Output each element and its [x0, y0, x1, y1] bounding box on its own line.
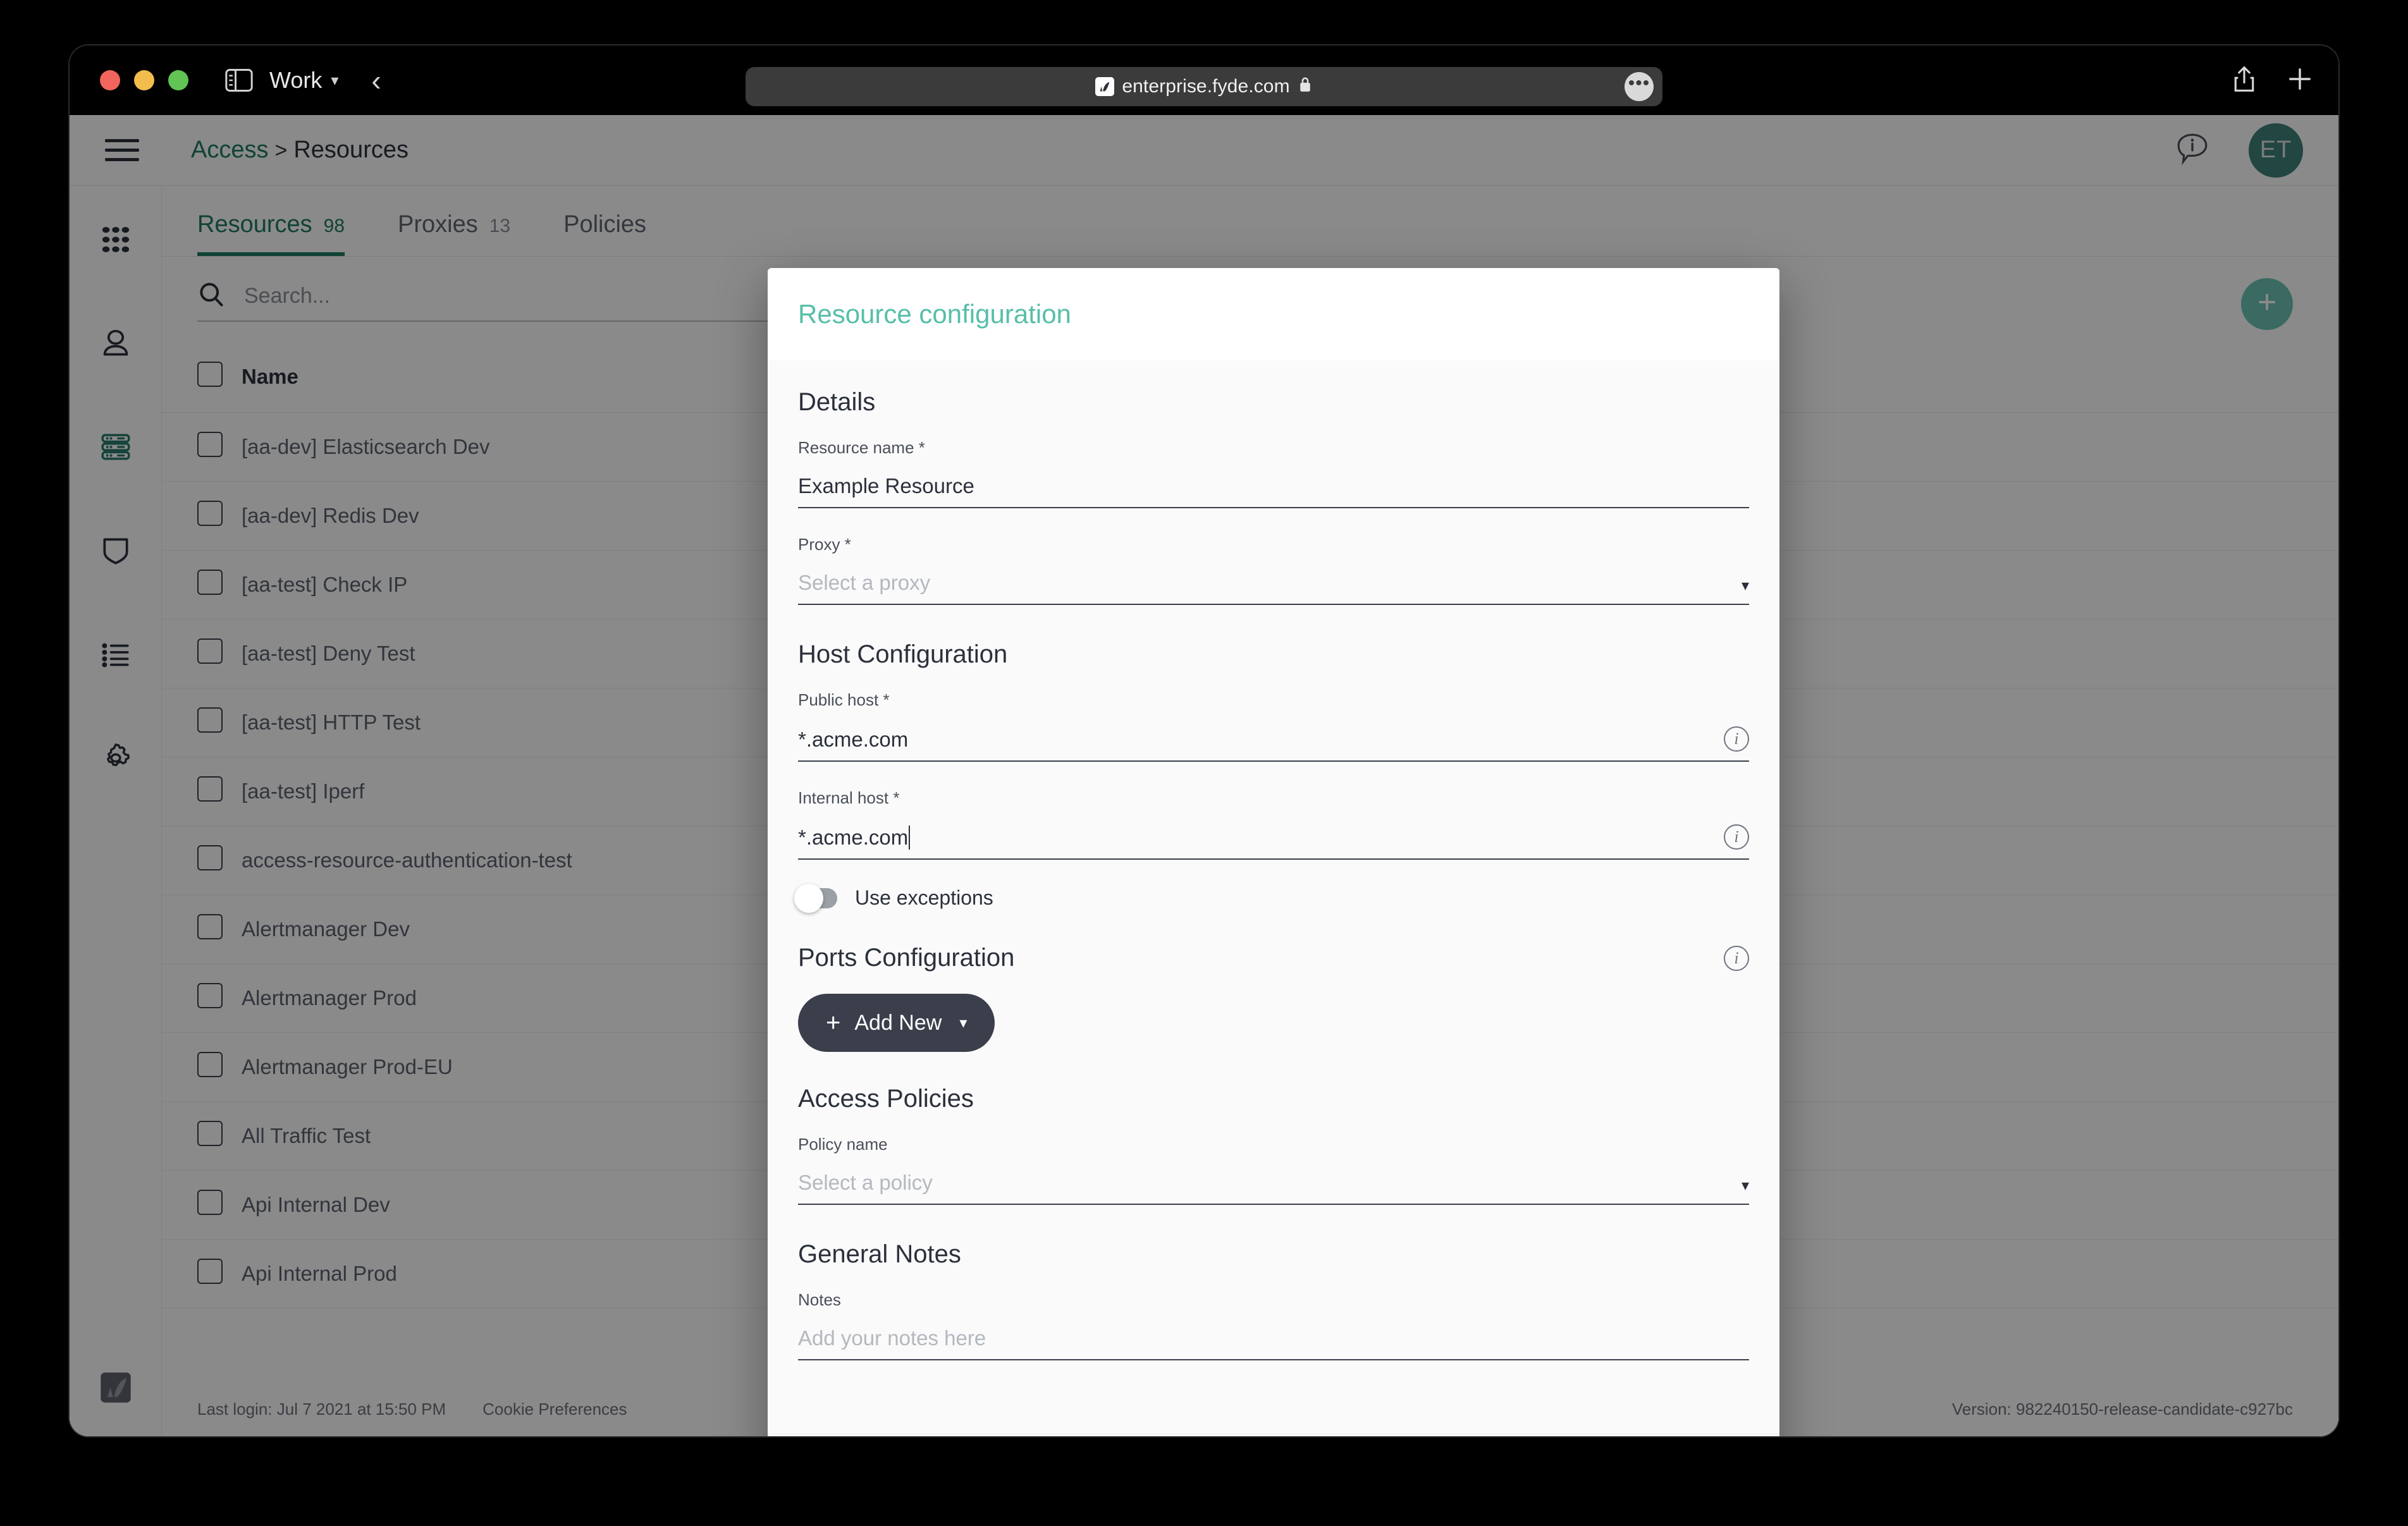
dialog-body[interactable]: Details Resource name * Example Resource…: [768, 360, 1779, 1434]
dialog-header: Resource configuration: [768, 268, 1779, 360]
use-exceptions-label: Use exceptions: [855, 886, 993, 909]
address-text: enterprise.fyde.com: [1122, 76, 1290, 97]
section-heading-ports-row: Ports Configuration i: [798, 944, 1749, 972]
plus-icon: +: [826, 1009, 841, 1037]
field-resource-name[interactable]: Resource name * Example Resource: [798, 438, 1749, 508]
browser-toolbar: Work ▾ ‹ enterprise.fyde.com •••: [70, 46, 2338, 115]
chevron-down-icon[interactable]: ▾: [1742, 1176, 1749, 1195]
use-exceptions-row[interactable]: Use exceptions: [794, 883, 1749, 913]
window-traffic-lights[interactable]: [100, 70, 188, 90]
lock-icon: [1298, 76, 1313, 98]
public-host-input[interactable]: *.acme.com: [798, 728, 908, 752]
add-new-label: Add New: [854, 1010, 942, 1035]
notes-input[interactable]: Add your notes here: [798, 1326, 986, 1350]
section-heading-ports: Ports Configuration: [798, 944, 1015, 972]
internal-host-label: Internal host *: [798, 788, 900, 807]
chevron-down-icon: ▾: [331, 71, 339, 89]
dialog-title: Resource configuration: [798, 299, 1071, 329]
section-heading-details: Details: [798, 388, 876, 416]
new-tab-icon[interactable]: [2288, 67, 2312, 94]
sidebar-toggle-icon[interactable]: [225, 68, 253, 92]
text-cursor: [909, 826, 911, 850]
field-notes[interactable]: Notes Add your notes here: [798, 1290, 1749, 1360]
policy-name-label: Policy name: [798, 1135, 888, 1154]
public-host-label: Public host *: [798, 690, 890, 709]
resource-configuration-dialog: Resource configuration Details Resource …: [768, 268, 1779, 1436]
resource-name-input[interactable]: Example Resource: [798, 474, 974, 498]
maximize-window-button[interactable]: [168, 70, 188, 90]
page-menu-button[interactable]: •••: [1625, 72, 1654, 101]
dialog-footer: Cancel Create: [768, 1434, 1779, 1436]
field-proxy[interactable]: Proxy * Select a proxy ▾: [798, 535, 1749, 605]
share-icon[interactable]: [2232, 65, 2256, 96]
desktop-backdrop: Work ▾ ‹ enterprise.fyde.com ••• Access …: [0, 0, 2408, 1526]
proxy-label: Proxy *: [798, 535, 851, 554]
section-heading-policies: Access Policies: [798, 1085, 974, 1113]
internal-host-info-icon[interactable]: i: [1724, 824, 1749, 850]
modal-overlay: Resource configuration Details Resource …: [70, 115, 2338, 1436]
field-policy-name[interactable]: Policy name Select a policy ▾: [798, 1135, 1749, 1205]
address-bar[interactable]: enterprise.fyde.com •••: [746, 67, 1662, 106]
minimize-window-button[interactable]: [134, 70, 154, 90]
section-heading-host: Host Configuration: [798, 640, 1008, 668]
web-page: Access > Resources ET Resources 98 Proxi…: [70, 115, 2338, 1436]
resource-name-label: Resource name *: [798, 438, 925, 457]
field-public-host[interactable]: Public host * *.acme.com i: [798, 690, 1749, 762]
browser-toolbar-actions: [2232, 65, 2312, 96]
site-favicon-icon: [1095, 77, 1115, 96]
address-bar-container: enterprise.fyde.com •••: [746, 67, 1662, 106]
back-button[interactable]: ‹: [371, 66, 381, 95]
profile-switcher[interactable]: Work ▾: [269, 67, 338, 94]
notes-label: Notes: [798, 1290, 841, 1309]
chevron-down-icon[interactable]: ▾: [1742, 577, 1749, 595]
use-exceptions-toggle[interactable]: [794, 883, 837, 913]
proxy-select[interactable]: Select a proxy: [798, 571, 930, 595]
policy-name-select[interactable]: Select a policy: [798, 1171, 933, 1195]
internal-host-input[interactable]: *.acme.com: [798, 826, 908, 850]
profile-name: Work: [269, 67, 322, 93]
chevron-down-icon: ▾: [959, 1014, 968, 1032]
add-new-port-button[interactable]: + Add New ▾: [798, 994, 995, 1052]
section-heading-notes: General Notes: [798, 1240, 961, 1268]
field-internal-host[interactable]: Internal host * *.acme.com i: [798, 788, 1749, 860]
public-host-info-icon[interactable]: i: [1724, 726, 1749, 752]
ports-info-icon[interactable]: i: [1724, 945, 1749, 971]
close-window-button[interactable]: [100, 70, 120, 90]
browser-window: Work ▾ ‹ enterprise.fyde.com ••• Access …: [70, 46, 2338, 1436]
